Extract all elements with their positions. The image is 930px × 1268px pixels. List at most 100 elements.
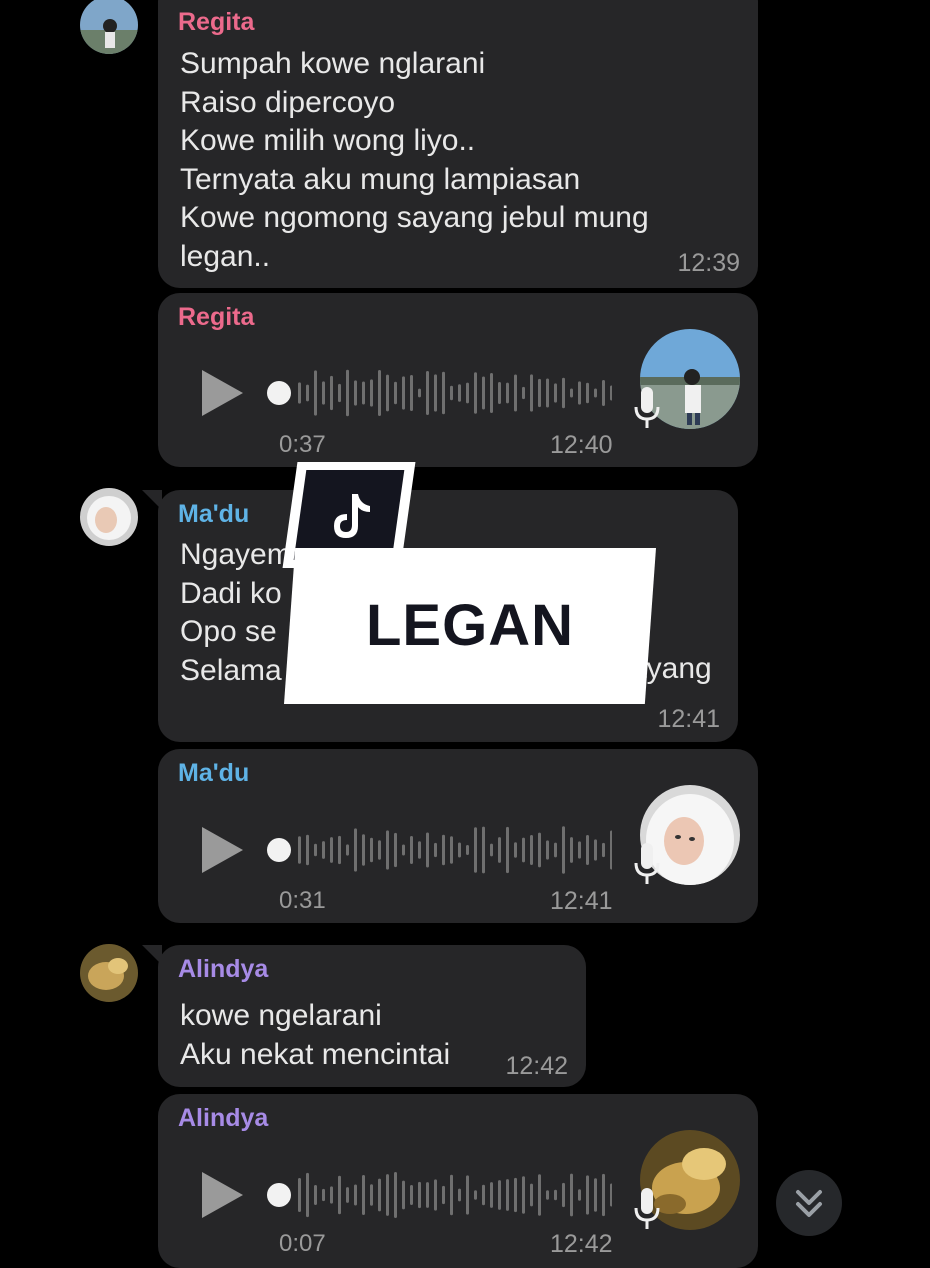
sender-name: Regita (178, 8, 255, 36)
waveform[interactable] (296, 825, 612, 875)
voice-message-bubble[interactable]: Regita 0:37 12:40 (158, 293, 758, 467)
waveform-bar (554, 842, 557, 858)
waveform-bar (394, 832, 397, 868)
waveform-bar (450, 836, 453, 864)
waveform-bar (530, 1183, 533, 1207)
waveform-bar (506, 826, 509, 874)
waveform-bar (498, 382, 501, 404)
waveform-bar (610, 830, 612, 870)
waveform-bar (522, 837, 525, 863)
message-bubble[interactable]: Regita Sumpah kowe nglarani Raiso diperc… (158, 0, 758, 288)
waveform-bar (610, 385, 612, 401)
waveform-bar (386, 374, 389, 412)
waveform-bar (554, 383, 557, 403)
waveform-bar (370, 379, 373, 407)
waveform-bar (386, 830, 389, 870)
waveform-bar (578, 381, 581, 405)
waveform-bar (602, 1173, 605, 1217)
message-text: kowe ngelarani Aku nekat mencintai (180, 999, 451, 1071)
waveform-bar (506, 382, 509, 404)
waveform-bar (570, 837, 573, 863)
waveform-bar (506, 1179, 509, 1211)
waveform-bar (578, 841, 581, 859)
waveform-bar (314, 1185, 317, 1205)
play-icon[interactable] (202, 827, 243, 873)
waveform-bar (402, 376, 405, 410)
waveform-bar (378, 1178, 381, 1212)
voice-message-bubble[interactable]: Ma'du 0:31 12:41 (158, 749, 758, 923)
waveform-bar (370, 1184, 373, 1206)
waveform-bar (554, 1189, 557, 1201)
waveform-bar (434, 374, 437, 412)
waveform-bar (306, 1172, 309, 1218)
waveform-bar (354, 380, 357, 406)
play-icon[interactable] (202, 370, 243, 416)
waveform-bar (402, 844, 405, 856)
waveform[interactable] (296, 1170, 612, 1220)
waveform-bar (298, 836, 301, 864)
waveform-bar (442, 834, 445, 866)
message-time: 12:41 (657, 705, 720, 733)
play-icon[interactable] (202, 1172, 243, 1218)
message-time: 12:42 (505, 1052, 568, 1080)
waveform-bar (402, 1180, 405, 1210)
sender-name: Ma'du (178, 500, 250, 528)
avatar-madu[interactable] (80, 488, 138, 546)
waveform-bar (610, 1183, 612, 1207)
playback-scrubber[interactable] (267, 838, 291, 862)
sender-name: Alindya (178, 1104, 269, 1132)
waveform-bar (570, 1173, 573, 1217)
waveform-bar (322, 1188, 325, 1202)
waveform-bar (450, 1174, 453, 1216)
waveform-bar (482, 826, 485, 874)
waveform-bar (338, 383, 341, 403)
waveform-bar (498, 1180, 501, 1210)
message-bubble[interactable]: Alindya kowe ngelarani Aku nekat mencint… (142, 945, 586, 1087)
waveform-bar (562, 377, 565, 409)
playback-scrubber[interactable] (267, 381, 291, 405)
waveform-bar (434, 842, 437, 858)
waveform-bar (354, 828, 357, 872)
waveform-bar (458, 842, 461, 858)
waveform-bar (514, 374, 517, 412)
waveform-bar (466, 844, 469, 856)
waveform-bar (346, 369, 349, 417)
waveform-bar (322, 841, 325, 859)
waveform-bar (306, 834, 309, 866)
waveform-bar (562, 1182, 565, 1208)
waveform-bar (482, 376, 485, 410)
waveform-bar (490, 372, 493, 414)
microphone-icon (634, 387, 660, 428)
voice-message-bubble[interactable]: Alindya 0:07 12:42 (158, 1094, 758, 1268)
avatar-regita[interactable] (80, 0, 138, 54)
sender-name: Alindya (178, 955, 269, 983)
message-time: 12:40 (550, 431, 613, 459)
playback-scrubber[interactable] (267, 1183, 291, 1207)
microphone-icon (634, 1188, 660, 1229)
waveform-bar (474, 827, 477, 873)
overlay-title: LEGAN (366, 593, 574, 658)
avatar-alindya[interactable] (80, 944, 138, 1002)
message-time: 12:42 (550, 1230, 613, 1258)
waveform-bar (546, 1190, 549, 1200)
waveform-bar (522, 1176, 525, 1214)
waveform-bar (338, 1175, 341, 1215)
waveform-bar (594, 388, 597, 398)
waveform-bar (586, 835, 589, 865)
scroll-to-bottom-button[interactable] (776, 1170, 842, 1236)
waveform-bar (386, 1174, 389, 1216)
waveform-bar (490, 1182, 493, 1208)
waveform[interactable] (296, 368, 612, 418)
waveform-bar (322, 381, 325, 405)
waveform-bar (434, 1179, 437, 1211)
waveform-bar (450, 385, 453, 401)
waveform-bar (346, 844, 349, 856)
waveform-bar (546, 378, 549, 408)
waveform-bar (594, 839, 597, 861)
waveform-bar (498, 837, 501, 863)
waveform-bar (490, 843, 493, 857)
waveform-bar (298, 382, 301, 404)
waveform-bar (538, 1174, 541, 1216)
microphone-icon (634, 843, 660, 884)
double-chevron-down-icon (796, 1190, 822, 1217)
